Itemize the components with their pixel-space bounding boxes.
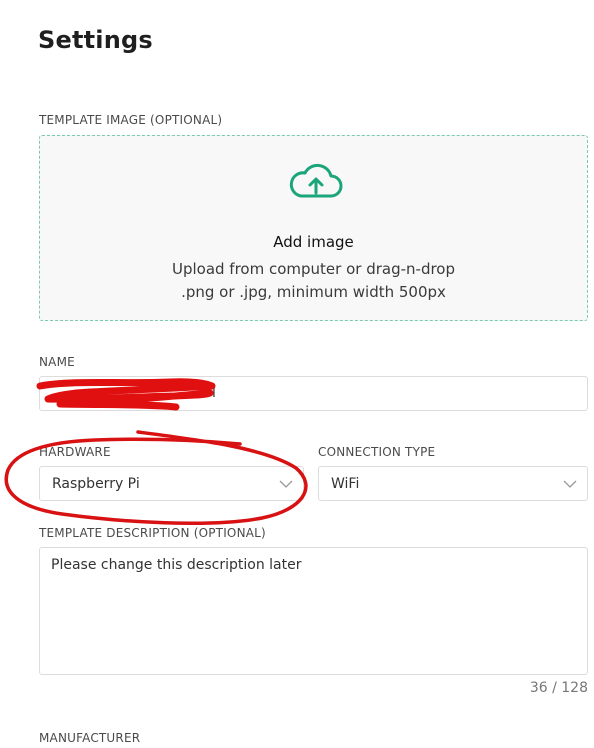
name-field[interactable]: l	[39, 376, 588, 411]
upload-hint: Upload from computer or drag-n-drop	[171, 260, 455, 278]
chevron-down-icon	[279, 480, 293, 488]
page-title: Settings	[38, 26, 153, 54]
description-value: Please change this description later	[51, 557, 302, 573]
hardware-value: Raspberry Pi	[52, 476, 140, 492]
add-image-title: Add image	[273, 233, 354, 251]
chevron-down-icon	[563, 480, 577, 488]
image-dropzone[interactable]: Add image Upload from computer or drag-n…	[39, 135, 588, 321]
description-textarea[interactable]: Please change this description later	[39, 547, 588, 675]
name-label: NAME	[39, 355, 75, 369]
connection-type-select[interactable]: WiFi	[318, 466, 588, 501]
manufacturer-label: MANUFACTURER	[39, 731, 141, 745]
cloud-upload-icon	[289, 163, 343, 198]
name-value: l	[212, 385, 216, 401]
hardware-label: HARDWARE	[39, 445, 111, 459]
hardware-select[interactable]: Raspberry Pi	[39, 466, 304, 501]
format-hint: .png or .jpg, minimum width 500px	[181, 283, 446, 301]
description-label: TEMPLATE DESCRIPTION (OPTIONAL)	[39, 526, 266, 540]
template-image-label: TEMPLATE IMAGE (OPTIONAL)	[39, 113, 223, 127]
connection-type-value: WiFi	[331, 476, 360, 492]
character-counter: 36 / 128	[529, 680, 588, 696]
connection-type-label: CONNECTION TYPE	[318, 445, 436, 459]
